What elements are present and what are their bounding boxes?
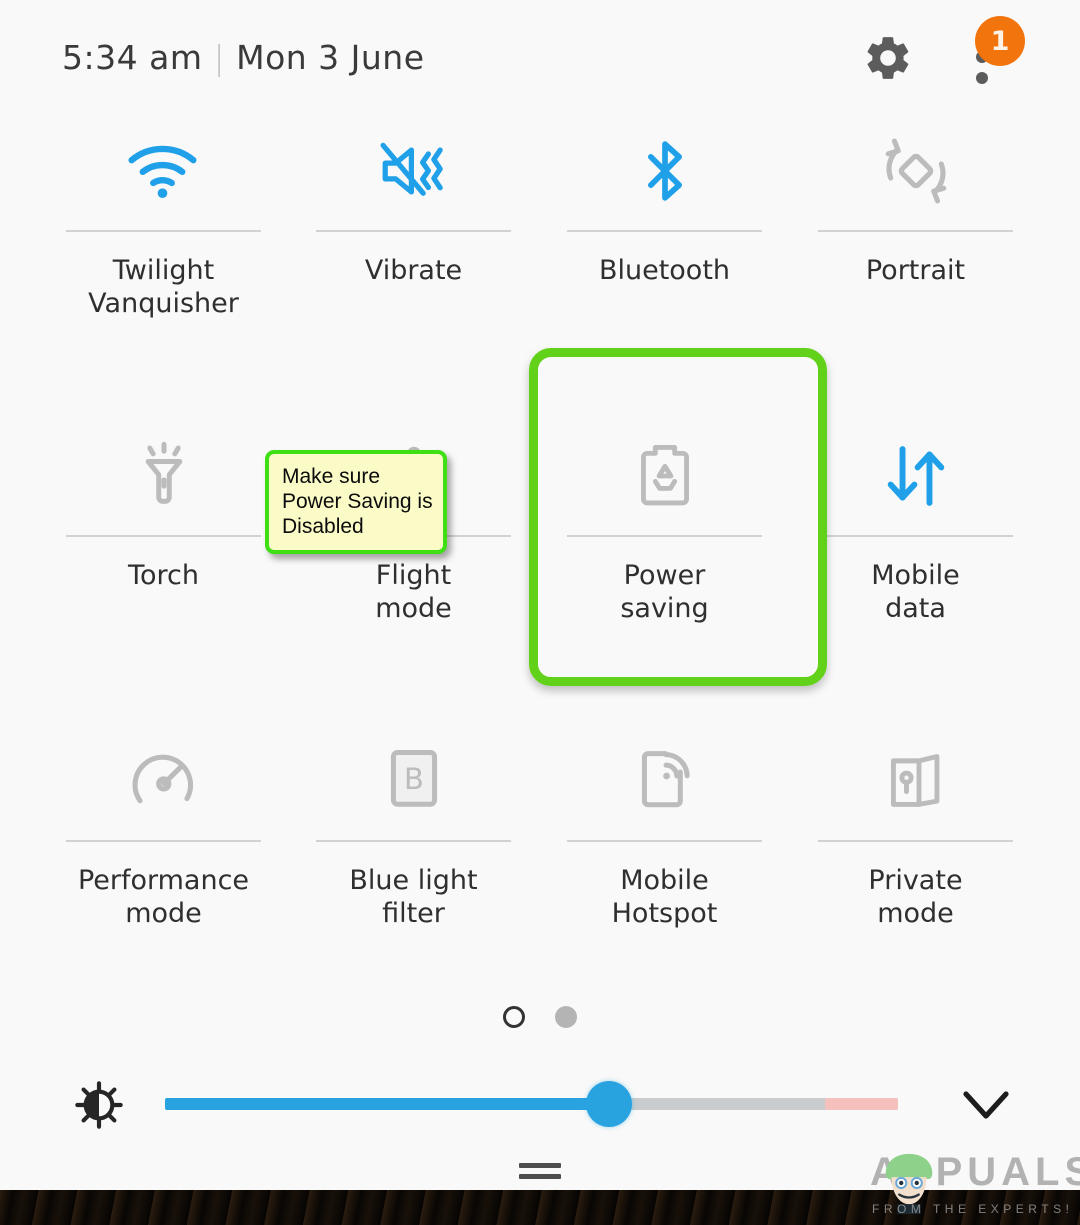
tile-divider <box>66 535 261 537</box>
tile-divider <box>66 840 261 842</box>
page-dot-2[interactable] <box>555 1006 577 1028</box>
tile-divider <box>567 230 762 232</box>
brightness-icon[interactable] <box>74 1079 124 1131</box>
wifi-icon <box>38 112 289 230</box>
tile-label: Mobile data <box>871 560 960 624</box>
tile-divider <box>316 840 511 842</box>
tile-label: Vibrate <box>364 255 463 286</box>
clock-time: 5:34 am <box>62 38 203 77</box>
bluetooth-icon <box>539 112 790 230</box>
drag-handle-bar <box>519 1163 561 1168</box>
tooltip-line-1: Make sure <box>282 465 381 488</box>
flashlight-icon <box>38 417 289 535</box>
speedometer-icon <box>38 722 289 840</box>
tile-divider <box>316 230 511 232</box>
wallpaper-strip <box>0 1190 1080 1225</box>
tile-blue-light-filter[interactable]: B Blue light filter <box>288 722 539 952</box>
clock-separator: | <box>213 38 226 77</box>
status-bar: 5:34 am | Mon 3 June 1 <box>0 0 1080 112</box>
tile-twilight-vanquisher[interactable]: Twilight Vanquisher <box>38 112 289 342</box>
page-indicator <box>0 1006 1080 1028</box>
brightness-slider[interactable] <box>165 1081 898 1127</box>
notification-badge[interactable]: 1 <box>975 16 1025 66</box>
battery-recycle-icon <box>539 417 790 535</box>
tile-divider <box>66 230 261 232</box>
annotation-tooltip: Make sure Power Saving is Disabled <box>265 450 447 554</box>
tile-label: Bluetooth <box>598 255 731 286</box>
screen-rotation-icon <box>790 112 1041 230</box>
drag-handle-bar <box>519 1174 561 1179</box>
tile-divider <box>818 535 1013 537</box>
tooltip-line-2: Power Saving is <box>282 490 433 513</box>
vibrate-mute-icon <box>288 112 539 230</box>
settings-button[interactable] <box>862 32 914 84</box>
tile-label: Performance mode <box>77 865 250 929</box>
tile-label: Blue light filter <box>349 865 478 929</box>
slider-fill <box>165 1098 612 1110</box>
clock-date: Mon 3 June <box>236 38 425 77</box>
hotspot-icon <box>539 722 790 840</box>
tile-label: Torch <box>128 560 199 591</box>
slider-thumb[interactable] <box>586 1081 632 1127</box>
tooltip-line-3: Disabled <box>282 515 364 538</box>
private-mode-icon <box>790 722 1041 840</box>
tile-mobile-hotspot[interactable]: Mobile Hotspot <box>539 722 790 952</box>
tile-divider <box>818 840 1013 842</box>
data-arrows-icon <box>790 417 1041 535</box>
tile-power-saving[interactable]: Power saving <box>539 417 790 647</box>
panel-drag-handle[interactable] <box>0 1163 1080 1179</box>
tile-private-mode[interactable]: Private mode <box>790 722 1041 952</box>
tile-label: Flight mode <box>375 560 452 624</box>
tile-divider <box>818 230 1013 232</box>
tile-divider <box>567 535 762 537</box>
tile-label: Twilight Vanquisher <box>88 255 239 319</box>
tile-label: Power saving <box>620 560 709 624</box>
brightness-row <box>0 1078 1080 1134</box>
tile-portrait[interactable]: Portrait <box>790 112 1041 342</box>
svg-text:B: B <box>404 762 424 796</box>
blue-light-filter-icon: B <box>288 722 539 840</box>
tile-mobile-data[interactable]: Mobile data <box>790 417 1041 647</box>
tile-divider <box>567 840 762 842</box>
gear-icon <box>862 32 914 84</box>
quick-toggle-grid: Twilight Vanquisher Vibrate Bluetooth Po… <box>0 112 1080 972</box>
quick-settings-panel: 5:34 am | Mon 3 June 1 Twilight Vanquish… <box>0 0 1080 1225</box>
page-dot-1[interactable] <box>503 1006 525 1028</box>
tile-bluetooth[interactable]: Bluetooth <box>539 112 790 342</box>
tile-label: Mobile Hotspot <box>611 865 718 929</box>
tile-performance-mode[interactable]: Performance mode <box>38 722 289 952</box>
tile-vibrate[interactable]: Vibrate <box>288 112 539 342</box>
tile-torch[interactable]: Torch <box>38 417 289 647</box>
tile-label: Portrait <box>865 255 966 286</box>
slider-high-brightness-zone <box>825 1098 898 1110</box>
clock-and-date: 5:34 am | Mon 3 June <box>62 38 425 77</box>
tile-label: Private mode <box>868 865 963 929</box>
chevron-down-icon[interactable] <box>960 1086 1012 1124</box>
